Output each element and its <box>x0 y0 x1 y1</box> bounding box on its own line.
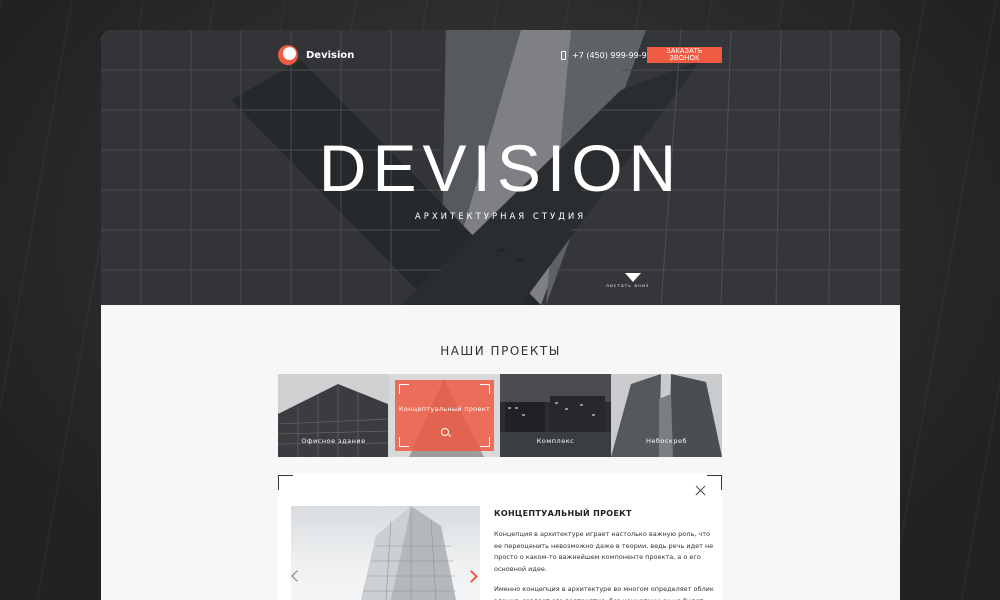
panel-corner-bracket <box>707 475 722 490</box>
project-detail-image <box>291 506 480 600</box>
panel-corner-bracket <box>278 475 293 490</box>
project-detail-description: Концепция в архитектуре играет настолько… <box>494 529 714 600</box>
building-photo <box>361 506 456 600</box>
close-icon[interactable] <box>694 484 707 497</box>
project-detail-title: КОНЦЕПТУАЛЬНЫЙ ПРОЕКТ <box>494 509 632 518</box>
description-paragraph: Концепция в архитектуре играет настолько… <box>494 530 714 573</box>
detail-layer: КОНЦЕПТУАЛЬНЫЙ ПРОЕКТ Концепция в архите… <box>101 30 900 600</box>
description-paragraph: Именно концепция в архитектуре во многом… <box>494 585 714 600</box>
